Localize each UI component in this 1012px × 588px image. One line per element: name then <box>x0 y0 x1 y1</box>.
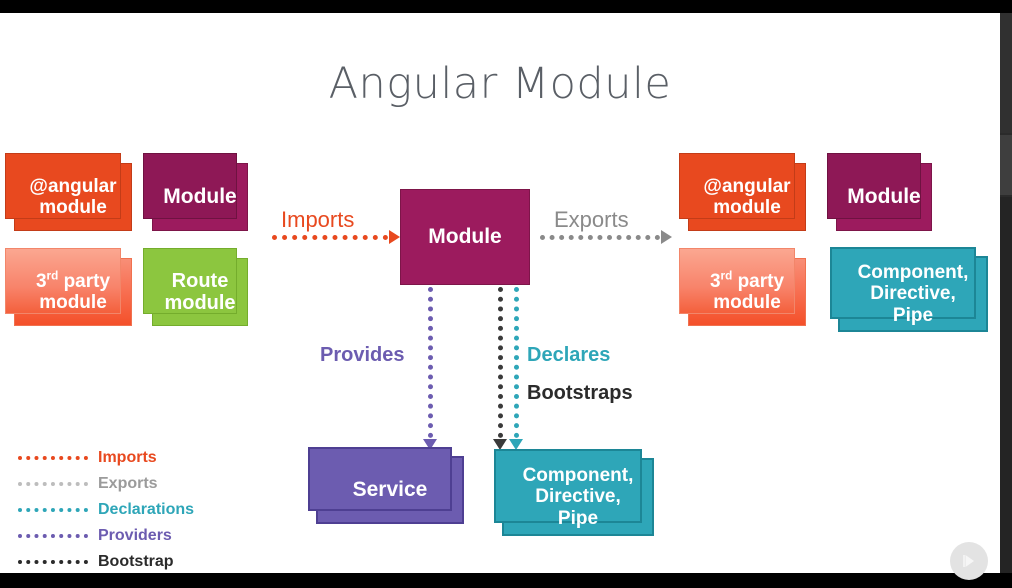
card-label-suffix: party <box>732 270 785 292</box>
legend-item-declarations: Declarations <box>18 497 194 523</box>
card-label-line1: @angular <box>703 175 791 197</box>
card-label-number: 3 <box>709 270 721 292</box>
connector-dots <box>497 287 503 438</box>
legend-label-declarations: Declarations <box>98 501 195 518</box>
card-label-line2: module <box>39 292 107 313</box>
legend-label-bootstrap: Bootstrap <box>98 553 174 570</box>
card-label: Component, Directive, Pipe <box>519 465 638 529</box>
card-label: 3rd party module <box>32 269 114 314</box>
card-label-line1: Component, <box>522 465 634 487</box>
presentation-viewer: Angular Module @angular module Module 3r… <box>0 0 1012 588</box>
card-label-line2: module <box>39 197 107 218</box>
legend-dash-imports <box>18 456 88 460</box>
imports-card-third-party-module[interactable]: 3rd party module <box>5 248 132 326</box>
card-label: Service <box>352 478 428 502</box>
card-label-line1: @angular <box>29 175 117 197</box>
card-label-ordinal: rd <box>46 269 59 283</box>
connector-bootstraps <box>493 287 507 450</box>
legend-item-imports: Imports <box>18 445 194 471</box>
edge-label-provides: Provides <box>320 344 405 366</box>
rail-segment-bottom <box>1000 197 1012 573</box>
card-label: Component, Directive, Pipe <box>854 262 973 326</box>
imports-card-angular-module[interactable]: @angular module <box>5 153 132 231</box>
connector-arrowhead <box>661 230 672 244</box>
connector-dots <box>427 287 433 438</box>
card-label-line2: module <box>713 292 781 313</box>
card-label-line2: module <box>164 292 236 314</box>
slide-title: Angular Module <box>328 59 672 109</box>
card-label-line2: Directive, <box>870 283 956 305</box>
connector-declares <box>509 287 523 450</box>
exports-card-component-directive-pipe[interactable]: Component, Directive, Pipe <box>830 247 988 332</box>
viewer-top-bar <box>0 0 1012 13</box>
edge-label-declares: Declares <box>527 344 611 366</box>
play-next-icon <box>963 555 974 567</box>
connector-arrowhead <box>389 230 400 244</box>
legend-dash-bootstrap <box>18 560 88 564</box>
play-next-button[interactable] <box>950 542 988 580</box>
legend-item-bootstrap: Bootstrap <box>18 549 194 575</box>
imports-card-route-module[interactable]: Route module <box>143 248 248 326</box>
connector-dots <box>540 234 660 240</box>
legend-dash-exports <box>18 482 88 486</box>
card-label: @angular module <box>25 176 120 219</box>
legend-item-exports: Exports <box>18 471 194 497</box>
connector-dots <box>272 234 388 240</box>
card-label-number: 3 <box>35 270 47 292</box>
legend: Imports Exports Declarations Providers B… <box>18 445 194 575</box>
exports-card-angular-module[interactable]: @angular module <box>679 153 806 231</box>
card-label: Module <box>847 185 921 209</box>
card-label: 3rd party module <box>706 269 788 314</box>
exports-card-module[interactable]: Module <box>827 153 932 231</box>
card-label-suffix: party <box>58 270 111 292</box>
connector-provides <box>423 287 437 450</box>
bottom-card-service[interactable]: Service <box>308 447 464 524</box>
edge-label-imports: Imports <box>281 207 355 232</box>
card-label-line3: Pipe <box>892 304 934 326</box>
legend-dash-declarations <box>18 508 88 512</box>
legend-dash-providers <box>18 534 88 538</box>
connector-dots <box>513 287 519 438</box>
card-label: @angular module <box>699 176 794 219</box>
edge-label-bootstraps: Bootstraps <box>527 382 633 404</box>
card-label: Module <box>163 185 237 209</box>
center-module-box[interactable]: Module <box>400 189 530 285</box>
card-label-line3: Pipe <box>557 507 599 529</box>
card-label-line1: Component, <box>857 262 969 284</box>
card-label-ordinal: rd <box>720 269 733 283</box>
legend-label-imports: Imports <box>98 449 157 466</box>
legend-label-exports: Exports <box>98 475 158 492</box>
exports-card-third-party-module[interactable]: 3rd party module <box>679 248 806 326</box>
legend-item-providers: Providers <box>18 523 194 549</box>
rail-segment-top <box>1000 13 1012 133</box>
card-label-line1: Route <box>171 269 229 292</box>
rail-segment-middle <box>1000 135 1012 195</box>
card-label-line2: Directive, <box>535 486 621 508</box>
edge-label-exports: Exports <box>554 207 629 232</box>
viewer-bottom-bar <box>0 573 1012 588</box>
viewer-right-rail[interactable] <box>1000 13 1012 573</box>
legend-label-providers: Providers <box>98 527 172 544</box>
center-module-label: Module <box>428 225 502 248</box>
card-label: Route module <box>160 270 239 315</box>
slide-canvas: Angular Module @angular module Module 3r… <box>0 13 1000 580</box>
bottom-card-component-directive-pipe[interactable]: Component, Directive, Pipe <box>494 449 654 536</box>
imports-card-module[interactable]: Module <box>143 153 248 231</box>
card-label-line2: module <box>713 197 781 218</box>
